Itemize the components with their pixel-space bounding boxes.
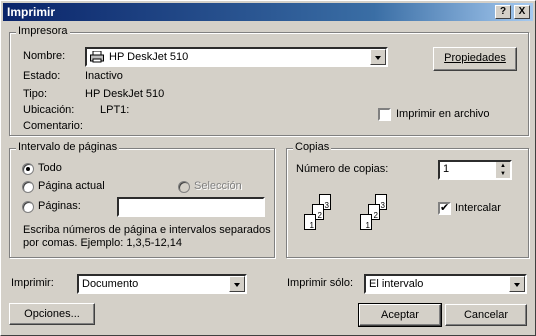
properties-button-label: Propiedades [444, 52, 506, 64]
range-pages-label: Páginas: [38, 200, 81, 212]
location-value: LPT1: [100, 104, 130, 116]
title-bar: Imprimir ? X [3, 3, 533, 21]
print-to-file-checkbox[interactable] [378, 108, 391, 121]
cancel-button[interactable]: Cancelar [445, 304, 527, 326]
print-dialog: Imprimir ? X Impresora Nombre: HP DeskJe… [0, 0, 536, 336]
range-all-label: Todo [38, 162, 62, 174]
page-icon: 1 [360, 214, 372, 230]
copies-group-label: Copias [293, 141, 332, 153]
range-hint-line2: por comas. Ejemplo: 1,3,5-12,14 [23, 237, 182, 249]
copies-count-value: 1 [443, 163, 450, 175]
printer-name-select[interactable]: HP DeskJet 510 [85, 47, 388, 67]
properties-button[interactable]: Propiedades [433, 47, 517, 71]
copies-count-label: Número de copias: [296, 163, 389, 175]
chevron-down-icon[interactable] [509, 276, 525, 292]
range-current-label: Página actual [38, 180, 105, 192]
printer-icon [90, 51, 104, 63]
pages-input[interactable] [117, 197, 265, 217]
range-pages-radio[interactable] [22, 201, 34, 213]
range-all-radio[interactable] [22, 163, 34, 175]
spin-down-icon[interactable]: ▼ [496, 170, 510, 178]
range-current-radio[interactable] [22, 181, 34, 193]
close-button[interactable]: X [514, 5, 530, 19]
printer-name-value: HP DeskJet 510 [109, 51, 189, 63]
type-label: Tipo: [23, 88, 48, 100]
chevron-down-icon[interactable] [229, 276, 245, 292]
accept-button[interactable]: Aceptar [358, 303, 442, 327]
print-only-select[interactable]: El intervalo [364, 274, 527, 294]
chevron-down-icon[interactable] [370, 49, 386, 65]
copies-count-input[interactable]: 1 ▲ ▼ [438, 160, 512, 180]
collate-label: Intercalar [455, 202, 501, 214]
status-value: Inactivo [85, 70, 123, 82]
options-button[interactable]: Opciones... [9, 303, 95, 325]
page-icon: 1 [304, 214, 316, 230]
printer-group-label: Impresora [16, 25, 70, 37]
print-what-label: Imprimir: [11, 277, 54, 289]
location-label: Ubicación: [23, 104, 75, 116]
print-only-label: Imprimir sólo: [287, 277, 354, 289]
page-range-group-label: Intervalo de páginas [16, 141, 120, 153]
printer-name-label: Nombre: [23, 50, 66, 62]
status-label: Estado: [23, 70, 61, 82]
print-what-value: Documento [82, 278, 139, 290]
type-value: HP DeskJet 510 [85, 88, 165, 100]
range-selection-radio [178, 181, 190, 193]
range-hint-line1: Escriba números de página e intervalos s… [23, 224, 271, 236]
window-title: Imprimir [7, 5, 56, 19]
range-selection-label: Selección [194, 180, 242, 192]
print-what-select[interactable]: Documento [77, 274, 247, 294]
comment-label: Comentario: [23, 120, 83, 132]
help-button[interactable]: ? [495, 5, 511, 19]
collate-checkbox[interactable]: ✔ [438, 202, 451, 215]
print-to-file-label: Imprimir en archivo [396, 108, 490, 120]
print-only-value: El intervalo [369, 278, 424, 290]
